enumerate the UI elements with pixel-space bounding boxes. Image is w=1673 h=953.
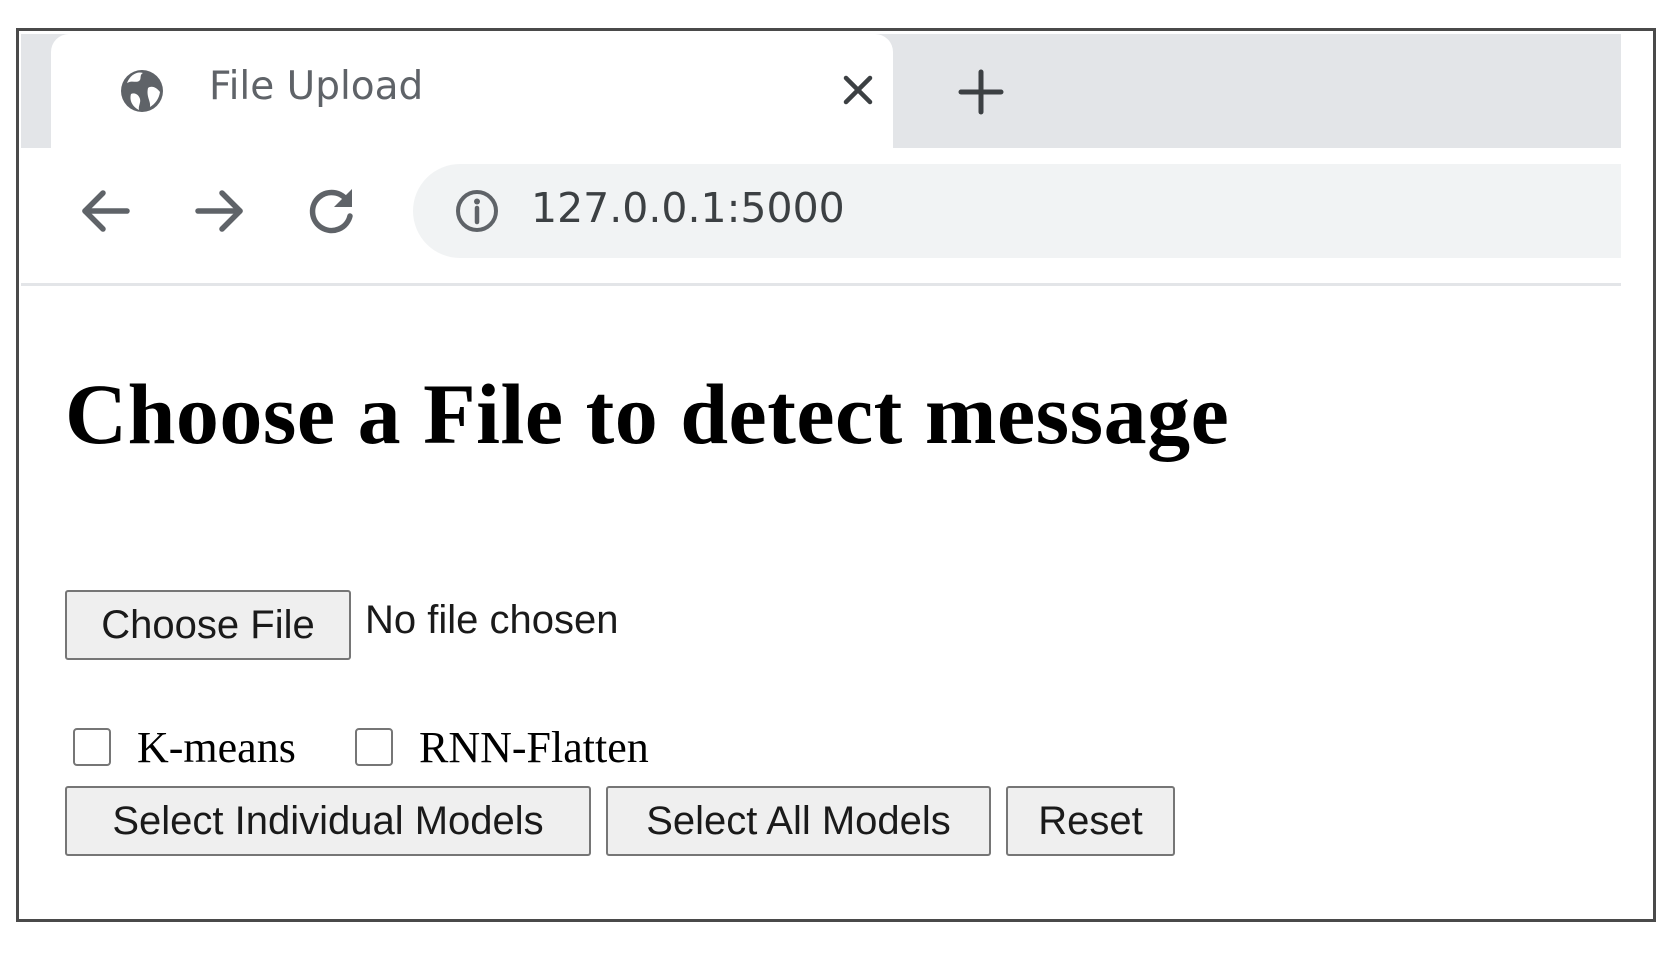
info-icon[interactable]: [453, 187, 501, 235]
file-status-text: No file chosen: [365, 598, 619, 642]
page-content: Choose a File to detect message Choose F…: [21, 286, 1621, 906]
select-individual-models-button[interactable]: Select Individual Models: [65, 786, 591, 856]
choose-file-button[interactable]: Choose File: [65, 590, 351, 660]
url-text[interactable]: 127.0.0.1:5000: [531, 184, 845, 232]
tab-strip: File Upload: [21, 34, 1621, 148]
back-arrow-icon[interactable]: [77, 182, 135, 240]
address-bar[interactable]: 127.0.0.1:5000: [413, 164, 1621, 258]
browser-toolbar: 127.0.0.1:5000: [21, 148, 1621, 286]
reset-button[interactable]: Reset: [1006, 786, 1175, 856]
tab-file-upload[interactable]: File Upload: [51, 34, 893, 148]
reload-icon[interactable]: [303, 182, 361, 240]
forward-arrow-icon[interactable]: [190, 182, 248, 240]
page-heading: Choose a File to detect message: [65, 366, 1230, 462]
select-all-models-button[interactable]: Select All Models: [606, 786, 991, 856]
rnn-flatten-label[interactable]: RNN-Flatten: [419, 722, 649, 773]
tab-title: File Upload: [209, 64, 424, 109]
plus-icon[interactable]: [955, 66, 1007, 118]
rnn-flatten-checkbox[interactable]: [355, 728, 393, 766]
kmeans-label[interactable]: K-means: [137, 722, 296, 773]
globe-icon: [121, 70, 163, 112]
kmeans-checkbox[interactable]: [73, 728, 111, 766]
close-icon[interactable]: [836, 68, 880, 112]
